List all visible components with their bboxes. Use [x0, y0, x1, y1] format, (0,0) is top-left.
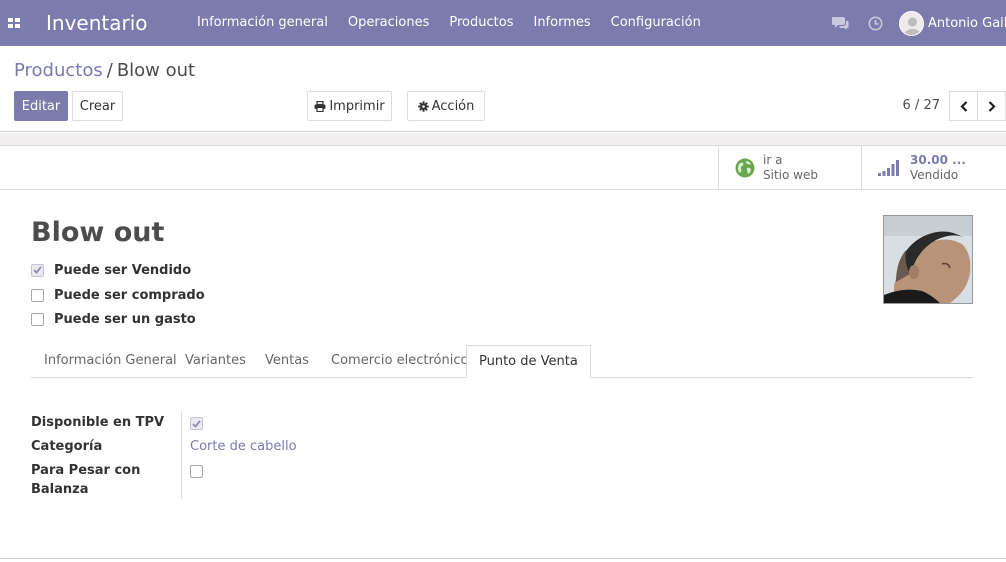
- user-name[interactable]: Antonio Galli: [928, 16, 1006, 31]
- chat-icon[interactable]: [829, 0, 851, 46]
- to-weigh-label: Para Pesar con Balanza: [31, 461, 140, 499]
- sold-label: Vendido: [910, 168, 959, 182]
- tab-informacion-general[interactable]: Información General: [44, 345, 177, 378]
- available-in-pos-checkbox[interactable]: [190, 417, 203, 430]
- product-name: Blow out: [31, 217, 165, 248]
- app-brand[interactable]: Inventario: [46, 11, 178, 35]
- print-button[interactable]: Imprimir: [307, 91, 392, 121]
- product-image[interactable]: [883, 215, 973, 304]
- field-divider: [181, 412, 182, 499]
- can-be-purchased-label: Puede ser comprado: [54, 287, 205, 303]
- breadcrumb-separator: /: [106, 60, 113, 81]
- create-button-label: Crear: [79, 98, 116, 114]
- available-in-pos-label: Disponible en TPV: [31, 415, 165, 430]
- pager-value[interactable]: 6 / 27: [903, 98, 940, 113]
- breadcrumb-current: Blow out: [116, 60, 196, 81]
- breadcrumb-parent-link[interactable]: Productos: [14, 60, 103, 81]
- tab-variantes[interactable]: Variantes: [185, 345, 246, 378]
- chevron-left-icon: [959, 100, 967, 112]
- clock-icon[interactable]: [864, 0, 886, 46]
- menu-configuracion[interactable]: Configuración: [601, 0, 711, 46]
- pager-previous-button[interactable]: [949, 91, 978, 121]
- can-be-sold-checkbox[interactable]: [31, 263, 44, 277]
- website-button-line1: ir a: [763, 153, 783, 167]
- edit-button-label: Editar: [21, 98, 61, 114]
- tab-punto-de-venta[interactable]: Punto de Venta: [466, 345, 591, 378]
- breadcrumb: Productos / Blow out: [14, 60, 195, 81]
- to-weigh-label-line2: Balanza: [31, 482, 89, 497]
- to-weigh-checkbox[interactable]: [190, 465, 203, 478]
- smart-button-box: ir a Sitio web 30.00 ... Vendido: [0, 146, 1006, 190]
- form-sheet: ir a Sitio web 30.00 ... Vendido Blow ou…: [0, 145, 1006, 559]
- create-button[interactable]: Crear: [72, 91, 123, 121]
- action-button-label: Acción: [431, 98, 475, 114]
- signal-bars-icon: [878, 160, 899, 176]
- control-panel: Productos / Blow out Editar Crear Imprimir…: [0, 46, 1006, 132]
- can-be-purchased-checkbox[interactable]: [31, 288, 44, 302]
- chevron-right-icon: [988, 100, 996, 112]
- tab-comercio-electronico[interactable]: Comercio electrónico: [331, 345, 468, 378]
- apps-grid-icon[interactable]: [0, 0, 28, 46]
- can-be-purchased-option: Puede ser comprado: [31, 286, 205, 304]
- edit-button[interactable]: Editar: [14, 91, 68, 121]
- menu-informes[interactable]: Informes: [523, 0, 600, 46]
- pager-next-button[interactable]: [977, 91, 1006, 121]
- to-weigh-label-line1: Para Pesar con: [31, 463, 141, 478]
- top-navbar: Inventario Información general Operacion…: [0, 0, 1006, 46]
- sold-smart-button[interactable]: 30.00 ... Vendido: [861, 146, 1006, 190]
- menu-productos[interactable]: Productos: [439, 0, 523, 46]
- gear-icon: [417, 100, 429, 112]
- check-icon: [192, 419, 201, 428]
- content-separator: [0, 133, 1006, 145]
- tab-ventas[interactable]: Ventas: [265, 345, 309, 378]
- navbar-right: Antonio Galli: [829, 0, 1006, 46]
- category-link[interactable]: Corte de cabello: [190, 439, 297, 454]
- can-be-expensed-checkbox[interactable]: [31, 312, 44, 326]
- can-be-expensed-label: Puede ser un gasto: [54, 311, 196, 327]
- menu-operaciones[interactable]: Operaciones: [338, 0, 440, 46]
- can-be-sold-label: Puede ser Vendido: [54, 262, 192, 278]
- print-button-label: Imprimir: [329, 98, 385, 114]
- check-icon: [33, 266, 42, 274]
- globe-icon: [735, 158, 755, 178]
- can-be-sold-option: Puede ser Vendido: [31, 261, 191, 279]
- main-menu: Información general Operaciones Producto…: [187, 0, 711, 46]
- category-label: Categoría: [31, 439, 103, 454]
- menu-informacion-general[interactable]: Información general: [187, 0, 338, 46]
- website-smart-button[interactable]: ir a Sitio web: [718, 146, 862, 190]
- sold-value: 30.00 ...: [910, 153, 966, 167]
- user-avatar[interactable]: [899, 10, 924, 36]
- action-button[interactable]: Acción: [407, 91, 485, 121]
- website-button-line2: Sitio web: [763, 168, 818, 182]
- can-be-expensed-option: Puede ser un gasto: [31, 310, 196, 328]
- print-icon: [314, 100, 326, 112]
- form-tabs: Información General Variantes Ventas Com…: [31, 345, 973, 378]
